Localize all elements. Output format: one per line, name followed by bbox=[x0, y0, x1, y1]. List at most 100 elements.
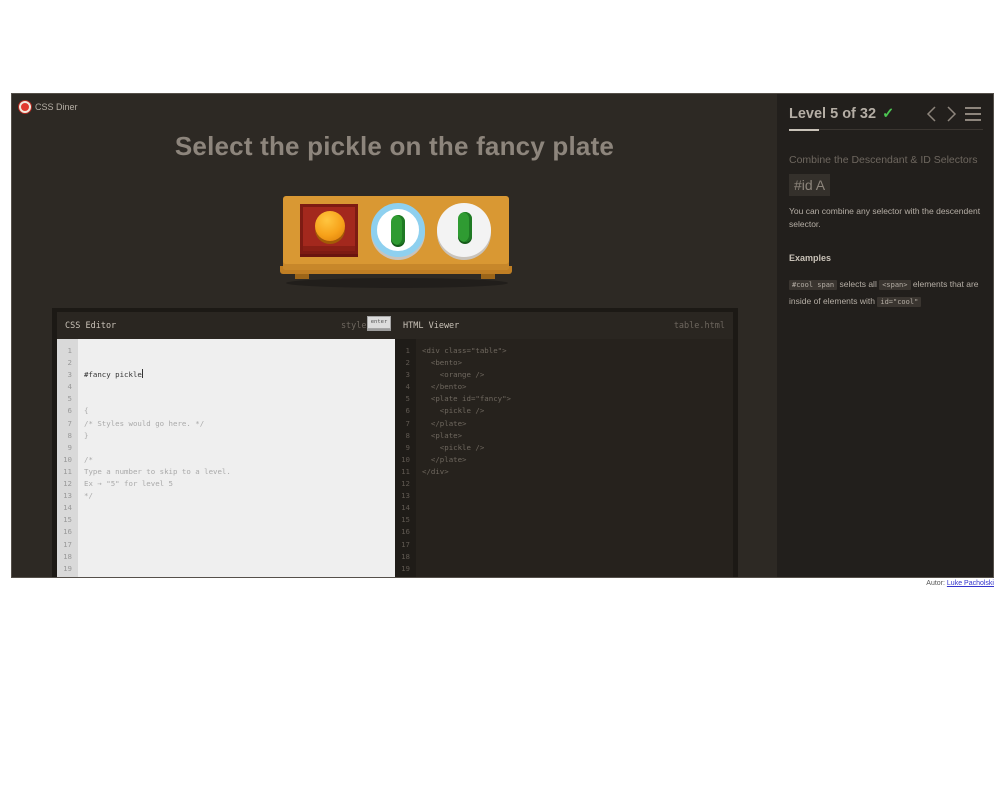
example-text: #cool span selects all <span> elements t… bbox=[789, 276, 983, 310]
css-selector-input[interactable]: #fancy pickle bbox=[84, 370, 142, 379]
css-code-line: /* bbox=[84, 454, 93, 464]
level-label: Level 5 of 32 bbox=[789, 106, 877, 122]
selector-name: Combine the Descendant & ID Selectors bbox=[789, 154, 978, 166]
line-number: 4 bbox=[67, 382, 72, 392]
line-number: 10 bbox=[401, 454, 410, 464]
orange[interactable] bbox=[315, 211, 345, 241]
enter-button[interactable]: enter bbox=[367, 316, 391, 329]
html-line-numbers: 1 2 3 4 5 6 7 8 9 10 11 12 13 14 15 16 17 18 19 bbox=[395, 339, 416, 577]
line-number: 7 bbox=[67, 418, 72, 428]
check-icon: ✓ bbox=[882, 106, 895, 122]
html-viewer-title: HTML Viewer bbox=[403, 320, 460, 331]
line-number: 19 bbox=[63, 563, 72, 573]
line-number: 15 bbox=[63, 515, 72, 525]
author-credit: Autor: Luke Pacholski bbox=[926, 580, 994, 587]
line-number: 2 bbox=[67, 358, 72, 368]
table-leg bbox=[295, 274, 309, 279]
chevron-left-icon[interactable] bbox=[925, 106, 939, 122]
line-number: 16 bbox=[63, 527, 72, 537]
css-code-line: Ex → "5" for level 5 bbox=[84, 479, 173, 489]
line-number: 9 bbox=[67, 442, 72, 452]
line-number: 13 bbox=[401, 491, 410, 501]
line-number: 2 bbox=[405, 358, 410, 368]
line-number: 15 bbox=[401, 515, 410, 525]
line-number: 6 bbox=[67, 406, 72, 416]
text-caret bbox=[141, 369, 143, 379]
game-area: CSS Diner Select the pickle on the fancy… bbox=[12, 94, 777, 577]
line-number: 17 bbox=[401, 539, 410, 549]
css-code[interactable]: #fancy pickle { /* Styles would go here. … bbox=[78, 339, 395, 577]
line-number: 9 bbox=[405, 442, 410, 452]
html-code-line[interactable]: <pickle /> bbox=[422, 405, 733, 417]
selector-syntax: #id A bbox=[789, 174, 831, 196]
html-code-line[interactable]: </plate> bbox=[422, 418, 733, 430]
line-number: 12 bbox=[63, 479, 72, 489]
css-code-line: Type a number to skip to a level. bbox=[84, 466, 231, 476]
css-code-line bbox=[84, 442, 395, 454]
fancy-plate[interactable] bbox=[371, 203, 425, 257]
example-code: <span> bbox=[879, 280, 911, 290]
menu-icon[interactable] bbox=[965, 107, 981, 121]
level-header: Level 5 of 32 ✓ bbox=[789, 94, 983, 131]
examples-heading: Examples bbox=[789, 253, 832, 263]
html-code-line[interactable]: </div> bbox=[422, 466, 733, 478]
html-code-line[interactable]: </bento> bbox=[422, 381, 733, 393]
line-number: 5 bbox=[405, 394, 410, 404]
progress-fill bbox=[789, 129, 820, 131]
order-title: Select the pickle on the fancy plate bbox=[174, 131, 615, 161]
pickle[interactable] bbox=[458, 212, 472, 242]
pickle-target[interactable] bbox=[391, 215, 405, 245]
line-number: 12 bbox=[401, 479, 410, 489]
logo-text: CSS Diner bbox=[35, 102, 78, 112]
line-number: 5 bbox=[67, 394, 72, 404]
css-code-line: { bbox=[84, 406, 89, 416]
line-number: 7 bbox=[405, 418, 410, 428]
table-surface bbox=[283, 196, 509, 270]
html-code-line[interactable]: <div class="table"> bbox=[422, 345, 733, 357]
html-code-line[interactable]: </plate> bbox=[422, 454, 733, 466]
example-fragment: selects all bbox=[837, 279, 880, 289]
line-number: 14 bbox=[63, 503, 72, 513]
line-number: 1 bbox=[67, 346, 72, 355]
line-number: 6 bbox=[405, 406, 410, 416]
html-code-line[interactable]: <orange /> bbox=[422, 369, 733, 381]
logo[interactable]: CSS Diner bbox=[19, 101, 78, 113]
line-number: 18 bbox=[401, 551, 410, 561]
css-line-numbers: 1 2 3 4 5 6 7 8 9 10 11 12 13 14 15 16 17 18 19 bbox=[57, 339, 78, 577]
author-label: Autor: bbox=[926, 580, 947, 587]
line-number: 16 bbox=[401, 527, 410, 537]
table-shadow bbox=[286, 278, 508, 288]
sidebar: Level 5 of 32 ✓ Combine the Descendant &… bbox=[777, 94, 993, 577]
html-viewer-file: table.html bbox=[673, 320, 725, 331]
line-number: 17 bbox=[63, 539, 72, 549]
line-number: 10 bbox=[63, 454, 72, 464]
css-code-line: } bbox=[84, 430, 89, 440]
html-viewer-pane: HTML Viewer table.html 1 2 3 4 5 6 7 8 9 10 11 12 13… bbox=[395, 312, 733, 577]
css-code-line: /* Styles would go here. */ bbox=[84, 418, 205, 428]
html-code-line[interactable]: <plate> bbox=[422, 430, 733, 442]
html-code-line[interactable]: <pickle /> bbox=[422, 442, 733, 454]
html-code[interactable]: <div class="table"> <bento> <orange /> <… bbox=[416, 339, 733, 577]
author-link[interactable]: Luke Pacholski bbox=[947, 580, 994, 587]
line-number: 18 bbox=[63, 551, 72, 561]
chevron-right-icon[interactable] bbox=[944, 106, 958, 122]
bento-box[interactable] bbox=[300, 204, 358, 254]
line-number: 4 bbox=[405, 382, 410, 392]
line-number: 3 bbox=[405, 370, 410, 380]
css-editor-title: CSS Editor bbox=[65, 320, 117, 331]
html-code-line[interactable]: <bento> bbox=[422, 357, 733, 369]
level-indicator[interactable]: Level 5 of 32 ✓ bbox=[789, 106, 894, 122]
plain-plate[interactable] bbox=[437, 203, 491, 257]
line-number: 8 bbox=[67, 430, 72, 440]
html-code-line[interactable]: <plate id="fancy"> bbox=[422, 393, 733, 405]
line-number: 11 bbox=[401, 466, 410, 476]
hint-text: You can combine any selector with the de… bbox=[789, 206, 981, 229]
logo-icon bbox=[19, 101, 31, 113]
css-code-line: */ bbox=[84, 491, 93, 501]
line-number: 1 bbox=[405, 346, 410, 355]
table-leg bbox=[481, 274, 495, 279]
line-number: 14 bbox=[401, 503, 410, 513]
css-editor-pane: CSS Editor style.css 1 2 3 4 5 6 7 8 9 10 11 12 13 14… bbox=[57, 312, 395, 577]
line-number: 13 bbox=[63, 491, 72, 501]
line-number: 19 bbox=[401, 563, 410, 573]
